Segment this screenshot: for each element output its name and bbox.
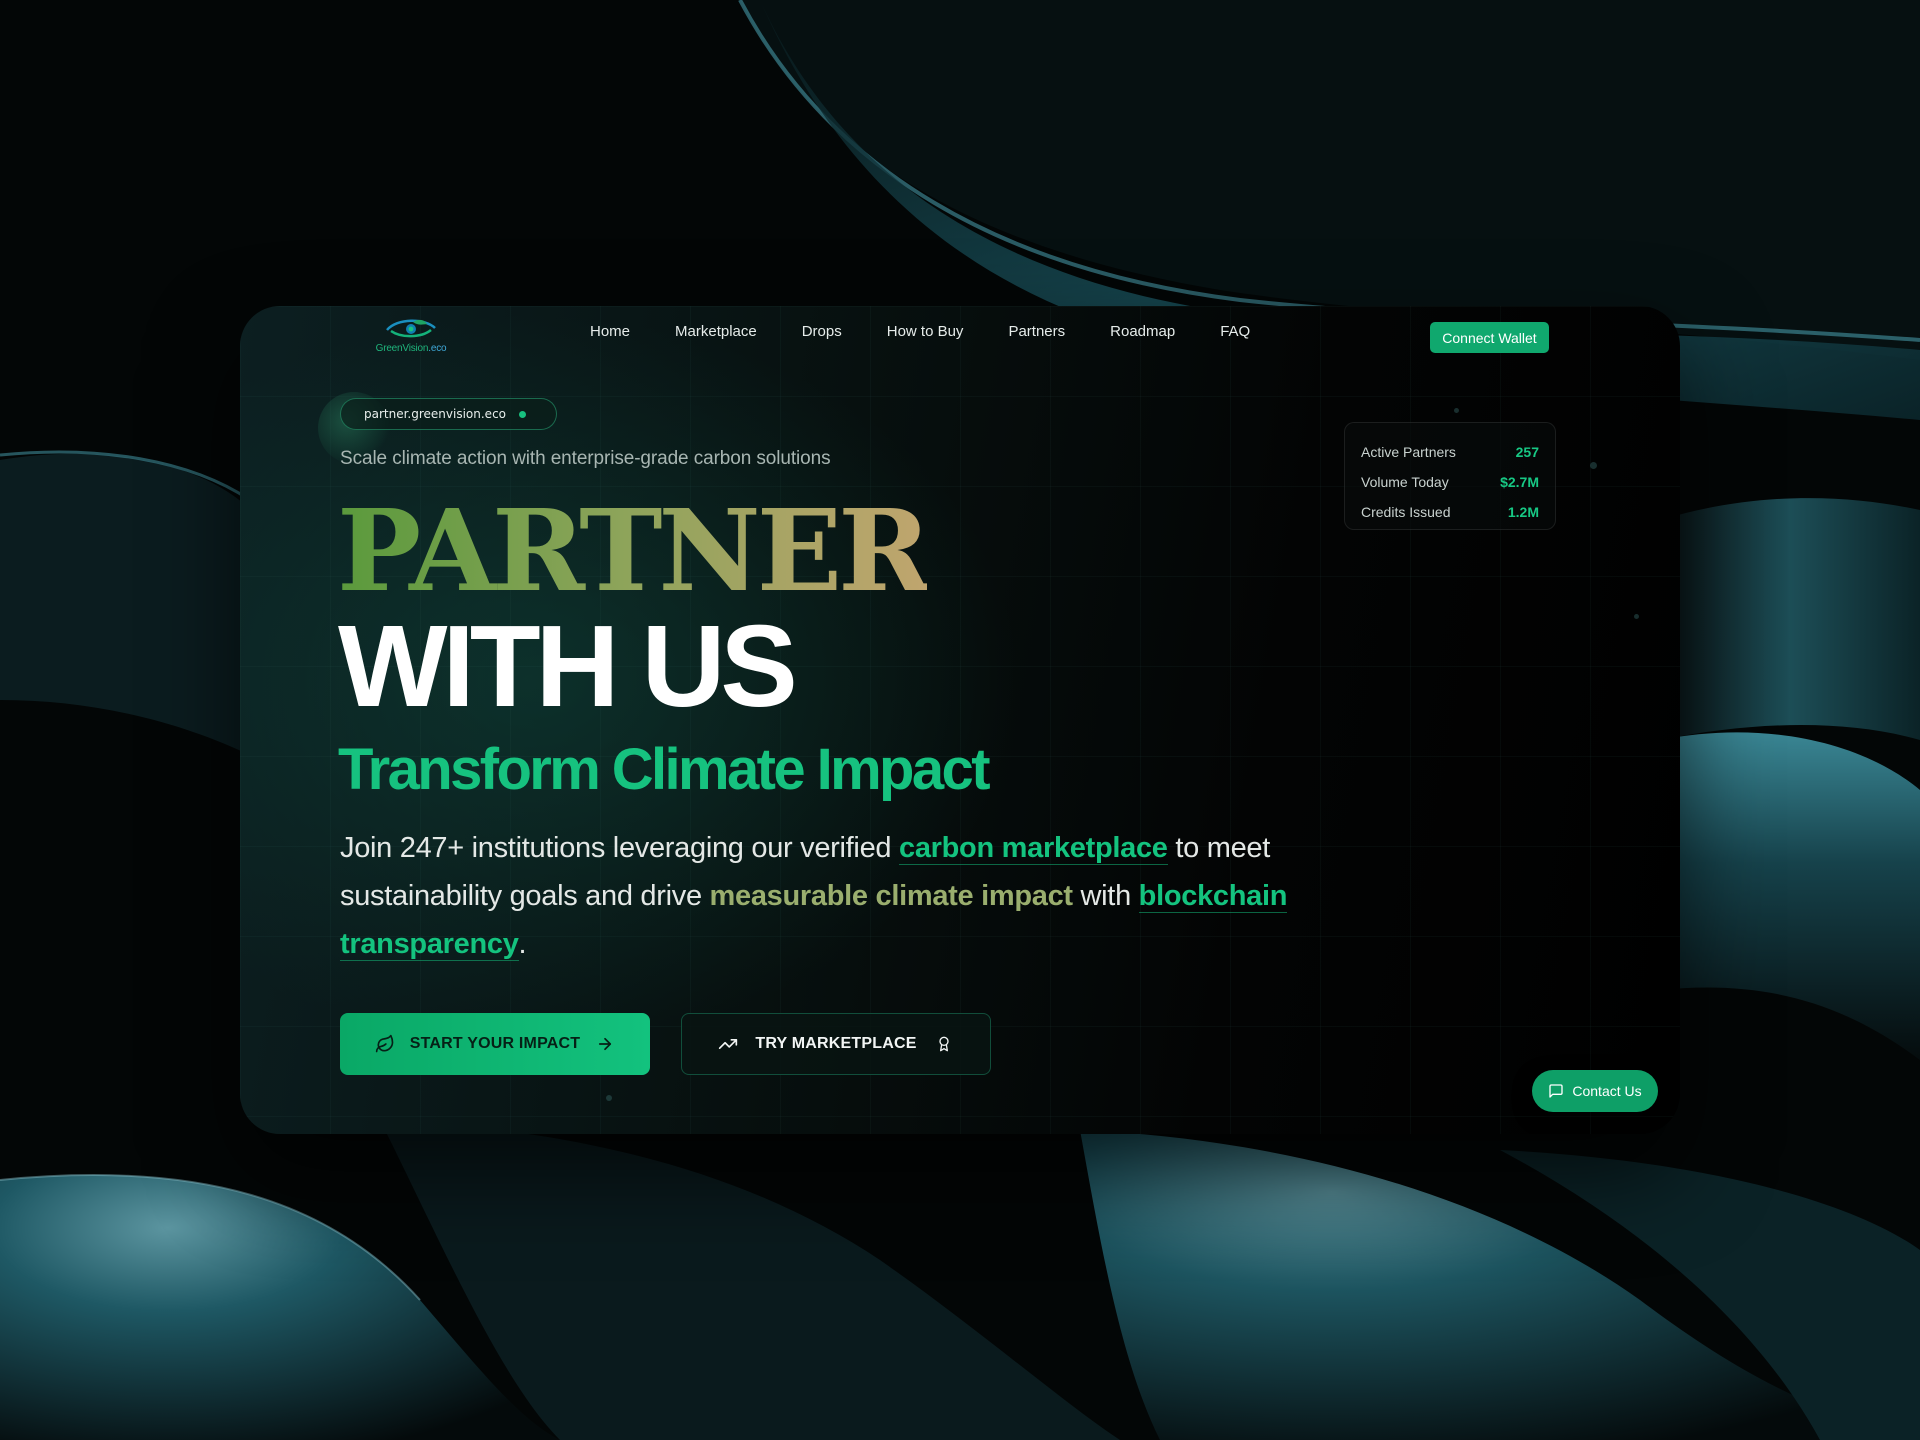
logo-text-tld: .eco bbox=[428, 343, 447, 354]
stat-value: 257 bbox=[1515, 444, 1539, 460]
stats-panel: Active Partners 257 Volume Today $2.7M C… bbox=[1344, 422, 1556, 530]
hero-subline: Scale climate action with enterprise-gra… bbox=[340, 448, 831, 469]
hero-card: GreenVision.eco Home Marketplace Drops H… bbox=[240, 306, 1680, 1134]
stat-row: Active Partners 257 bbox=[1361, 437, 1539, 467]
url-pill-text: partner.greenvision.eco bbox=[364, 407, 507, 421]
desc-text: Join 247+ institutions leveraging our ve… bbox=[340, 832, 899, 864]
start-your-impact-label: START YOUR IMPACT bbox=[409, 1035, 581, 1052]
arrow-right-icon bbox=[594, 1033, 616, 1055]
eye-leaf-logo-icon bbox=[386, 319, 436, 338]
contact-us-button[interactable]: Contact Us bbox=[1532, 1070, 1658, 1112]
stat-value: 1.2M bbox=[1507, 504, 1539, 520]
stat-label: Active Partners bbox=[1361, 444, 1456, 460]
stat-row: Credits Issued 1.2M bbox=[1361, 497, 1539, 527]
stat-label: Credits Issued bbox=[1361, 504, 1451, 520]
decor-dot bbox=[1590, 462, 1597, 469]
connect-wallet-button[interactable]: Connect Wallet bbox=[1430, 322, 1549, 353]
hero-title-line1: PARTNER bbox=[337, 486, 931, 617]
logo-text: GreenVision.eco bbox=[376, 343, 447, 354]
decor-dot bbox=[606, 1095, 612, 1101]
nav-partners[interactable]: Partners bbox=[1008, 322, 1065, 342]
nav-home[interactable]: Home bbox=[590, 322, 630, 342]
decor-dot bbox=[1634, 614, 1639, 619]
message-square-icon bbox=[1548, 1083, 1564, 1099]
stat-row: Volume Today $2.7M bbox=[1361, 467, 1539, 497]
contact-us-label: Contact Us bbox=[1572, 1083, 1642, 1099]
nav-faq[interactable]: FAQ bbox=[1220, 322, 1250, 342]
decor-dot bbox=[1454, 408, 1459, 413]
try-marketplace-button[interactable]: TRY MARKETPLACE bbox=[681, 1013, 991, 1075]
top-nav: Home Marketplace Drops How to Buy Partne… bbox=[590, 322, 1295, 342]
desc-highlight-carbon-marketplace: carbon marketplace bbox=[899, 832, 1168, 865]
desc-text: with bbox=[1072, 880, 1139, 912]
status-dot-icon bbox=[519, 410, 527, 418]
nav-marketplace[interactable]: Marketplace bbox=[675, 322, 757, 342]
hero-title-line2: WITH US bbox=[338, 601, 798, 731]
desc-highlight-climate-impact: measurable climate impact bbox=[709, 880, 1074, 912]
desc-text: . bbox=[518, 928, 527, 960]
logo-text-main: GreenVision bbox=[375, 343, 429, 354]
trending-up-icon bbox=[717, 1033, 739, 1055]
leaf-icon bbox=[374, 1033, 396, 1055]
hero-description: Join 247+ institutions leveraging our ve… bbox=[340, 824, 1300, 968]
nav-roadmap[interactable]: Roadmap bbox=[1110, 322, 1175, 342]
try-marketplace-label: TRY MARKETPLACE bbox=[755, 1035, 917, 1052]
award-icon bbox=[933, 1033, 955, 1055]
stat-value: $2.7M bbox=[1500, 474, 1539, 490]
brand-logo[interactable]: GreenVision.eco bbox=[368, 316, 454, 362]
nav-how-to-buy[interactable]: How to Buy bbox=[887, 322, 964, 342]
stat-label: Volume Today bbox=[1361, 474, 1449, 490]
start-your-impact-button[interactable]: START YOUR IMPACT bbox=[340, 1013, 650, 1075]
hero-title-line3: Transform Climate Impact bbox=[338, 737, 991, 802]
nav-drops[interactable]: Drops bbox=[802, 322, 842, 342]
url-pill: partner.greenvision.eco bbox=[340, 398, 557, 430]
